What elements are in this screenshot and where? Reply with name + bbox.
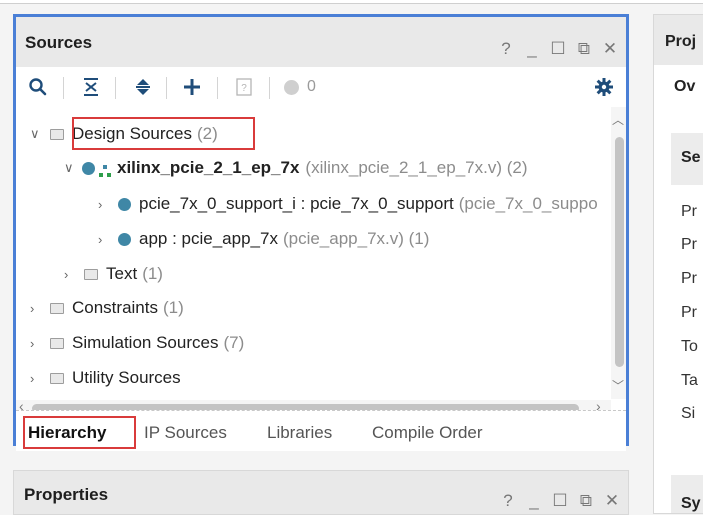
tree-node-label: Simulation Sources [72, 333, 219, 352]
project-item: Si [681, 405, 696, 422]
chevron-right-icon[interactable]: › [98, 197, 112, 212]
chevron-down-icon[interactable]: ∨ [30, 126, 44, 142]
hierarchy-icon [99, 162, 111, 177]
vertical-scroll-thumb[interactable] [615, 137, 624, 367]
project-item: Ta [681, 372, 698, 389]
properties-panel: Properties ? _ ☐ ⧉ ✕ [13, 470, 629, 515]
tree-node-text[interactable]: › Text (1) [64, 261, 163, 287]
chevron-down-icon[interactable]: ∨ [64, 160, 78, 176]
chevron-right-icon[interactable]: › [30, 336, 44, 351]
project-bottom-section[interactable]: Sy [671, 475, 703, 513]
toolbar-separator [217, 77, 218, 99]
module-dot-icon [82, 161, 95, 175]
tree-node-label: Constraints [72, 298, 158, 317]
scroll-down-icon[interactable]: ﹀ [612, 377, 624, 394]
chevron-right-icon[interactable]: › [98, 232, 112, 247]
highlight-box-hierarchy [23, 416, 136, 449]
sources-header: Sources ? _ ☐ ⧉ ✕ [16, 17, 626, 67]
properties-title: Properties [24, 485, 109, 504]
folder-icon [50, 337, 64, 349]
tree-node-constraints[interactable]: › Constraints (1) [30, 295, 184, 321]
project-title: Proj [665, 33, 697, 50]
minimize-icon[interactable]: _ [524, 39, 540, 59]
section-label: Sy [681, 495, 701, 512]
module-dot-icon [118, 197, 131, 211]
project-item: Pr [681, 304, 697, 321]
float-icon[interactable]: ⧉ [576, 39, 592, 59]
add-icon[interactable] [180, 75, 204, 99]
maximize-icon[interactable]: ☐ [552, 491, 568, 511]
sources-tabs: Hierarchy IP Sources Libraries Compile O… [16, 410, 626, 451]
folder-icon [84, 268, 98, 280]
tree-node-support[interactable]: › pcie_7x_0_support_i : pcie_7x_0_suppor… [98, 191, 598, 217]
tab-compile-order[interactable]: Compile Order [372, 419, 483, 447]
project-section-header[interactable]: Se [671, 133, 703, 185]
tree-node-count: (1) [162, 298, 184, 317]
tree-node-count: (7) [223, 333, 245, 352]
module-dot-icon [118, 232, 131, 246]
project-item: Pr [681, 236, 697, 253]
toolbar-separator [269, 77, 270, 99]
folder-icon [50, 372, 64, 384]
properties-icon[interactable]: ? [232, 75, 256, 99]
minimize-icon[interactable]: _ [526, 491, 542, 511]
error-count: 0 [307, 78, 316, 95]
chevron-right-icon[interactable]: › [30, 371, 44, 386]
tree-node-count: (1) [142, 264, 163, 283]
tree-node-utility[interactable]: › Utility Sources [30, 365, 181, 391]
float-icon[interactable]: ⧉ [578, 491, 594, 511]
error-status[interactable]: 0 [284, 75, 330, 99]
maximize-icon[interactable]: ☐ [550, 39, 566, 59]
sources-toolbar: ? 0 [16, 67, 626, 107]
tree-node-file: (pcie_7x_0_suppo [458, 194, 598, 213]
svg-text:?: ? [241, 83, 247, 94]
tree-node-label: Text [106, 264, 138, 283]
tree-node-label: Utility Sources [72, 368, 181, 387]
folder-icon [50, 128, 64, 140]
scroll-up-icon[interactable]: ︿ [612, 111, 624, 128]
status-dot-icon [284, 79, 299, 95]
vertical-scrollbar[interactable]: ︿ ﹀ [611, 107, 626, 399]
sources-panel: Sources ? _ ☐ ⧉ ✕ ? 0 ∨ Design Sources (… [13, 14, 629, 451]
tab-ip-sources[interactable]: IP Sources [144, 419, 227, 447]
tree-node-app[interactable]: › app : pcie_app_7x (pcie_app_7x.v) (1) [98, 226, 429, 252]
help-icon[interactable]: ? [500, 491, 516, 511]
project-item: Pr [681, 203, 697, 220]
close-icon[interactable]: ✕ [604, 491, 620, 511]
top-border [0, 0, 703, 4]
sources-tree: ∨ Design Sources (2) ∨ xilinx_pcie_2_1_e… [16, 107, 610, 402]
tree-node-simulation[interactable]: › Simulation Sources (7) [30, 330, 244, 356]
tab-libraries[interactable]: Libraries [267, 419, 332, 447]
chevron-right-icon[interactable]: › [30, 301, 44, 316]
toolbar-separator [166, 77, 167, 99]
project-header: Proj [654, 15, 703, 65]
gear-icon[interactable] [592, 75, 616, 99]
tree-node-label: app : pcie_app_7x [139, 229, 278, 248]
tree-node-label: xilinx_pcie_2_1_ep_7x [117, 158, 300, 177]
help-icon[interactable]: ? [498, 39, 514, 59]
tab-overview[interactable]: Ov [674, 78, 695, 96]
folder-icon [50, 302, 64, 314]
project-item: Pr [681, 270, 697, 287]
toolbar-separator [63, 77, 64, 99]
expand-all-icon[interactable] [131, 75, 155, 99]
chevron-right-icon[interactable]: › [64, 267, 78, 282]
section-label: Se [681, 149, 701, 166]
toolbar-separator [115, 77, 116, 99]
search-icon[interactable] [26, 75, 50, 99]
tree-node-label: pcie_7x_0_support_i : pcie_7x_0_support [139, 194, 454, 213]
sources-window-controls: ? _ ☐ ⧉ ✕ [498, 39, 618, 59]
highlight-box-design-sources [72, 117, 255, 150]
properties-window-controls: ? _ ☐ ⧉ ✕ [500, 491, 620, 511]
collapse-all-icon[interactable] [79, 75, 103, 99]
close-icon[interactable]: ✕ [602, 39, 618, 59]
tree-node-file: (pcie_app_7x.v) (1) [282, 229, 430, 248]
tree-node-top-module[interactable]: ∨ xilinx_pcie_2_1_ep_7x (xilinx_pcie_2_1… [64, 155, 527, 181]
tree-node-file: (xilinx_pcie_2_1_ep_7x.v) (2) [305, 158, 528, 177]
project-item: To [681, 338, 698, 355]
sources-title: Sources [25, 33, 93, 52]
project-summary-panel: Proj Ov Se Pr Pr Pr Pr To Ta Si Sy [653, 14, 703, 514]
